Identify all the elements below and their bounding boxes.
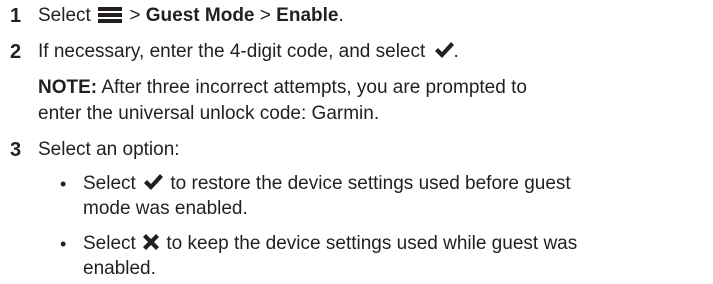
step-number: 1: [10, 5, 22, 27]
step-number: 3: [10, 139, 22, 161]
note-text: NOTE: After three incorrect attempts, yo…: [38, 76, 527, 100]
separator: >: [259, 5, 271, 26]
separator: >: [129, 5, 141, 26]
menu-icon: [98, 6, 123, 23]
option-text: Select to keep the device settings used …: [83, 232, 577, 256]
x-icon: [143, 234, 160, 251]
guest-mode-label: Guest Mode: [145, 5, 255, 26]
step-number: 2: [10, 41, 22, 63]
instruction-list: 1 Select > Guest Mode > Enable. 2 If nec…: [0, 0, 713, 284]
option-text: Select to restore the device settings us…: [83, 172, 571, 196]
check-icon: [144, 174, 164, 191]
note-label: NOTE:: [38, 77, 98, 98]
option-line-1: to keep the device settings used while g…: [166, 233, 578, 254]
note-line-1: After three incorrect attempts, you are …: [101, 77, 527, 98]
step-text: Select > Guest Mode > Enable.: [38, 4, 344, 28]
select-word: Select: [38, 5, 91, 26]
check-icon: [434, 42, 454, 59]
bullet: •: [60, 234, 67, 254]
select-word: Select: [83, 173, 136, 194]
note-line-2: enter the universal unlock code: Garmin.: [38, 103, 380, 124]
enable-label: Enable: [276, 5, 339, 26]
step-2-text: If necessary, enter the 4-digit code, an…: [38, 41, 426, 62]
option-line-2: enabled.: [83, 258, 156, 279]
select-word: Select: [83, 233, 136, 254]
step-text: Select an option:: [38, 139, 180, 160]
bullet: •: [60, 174, 67, 194]
option-line-1: to restore the device settings used befo…: [170, 173, 571, 194]
step-text: If necessary, enter the 4-digit code, an…: [38, 40, 459, 64]
option-line-2: mode was enabled.: [83, 198, 248, 219]
period: .: [453, 41, 459, 62]
period: .: [338, 5, 344, 26]
